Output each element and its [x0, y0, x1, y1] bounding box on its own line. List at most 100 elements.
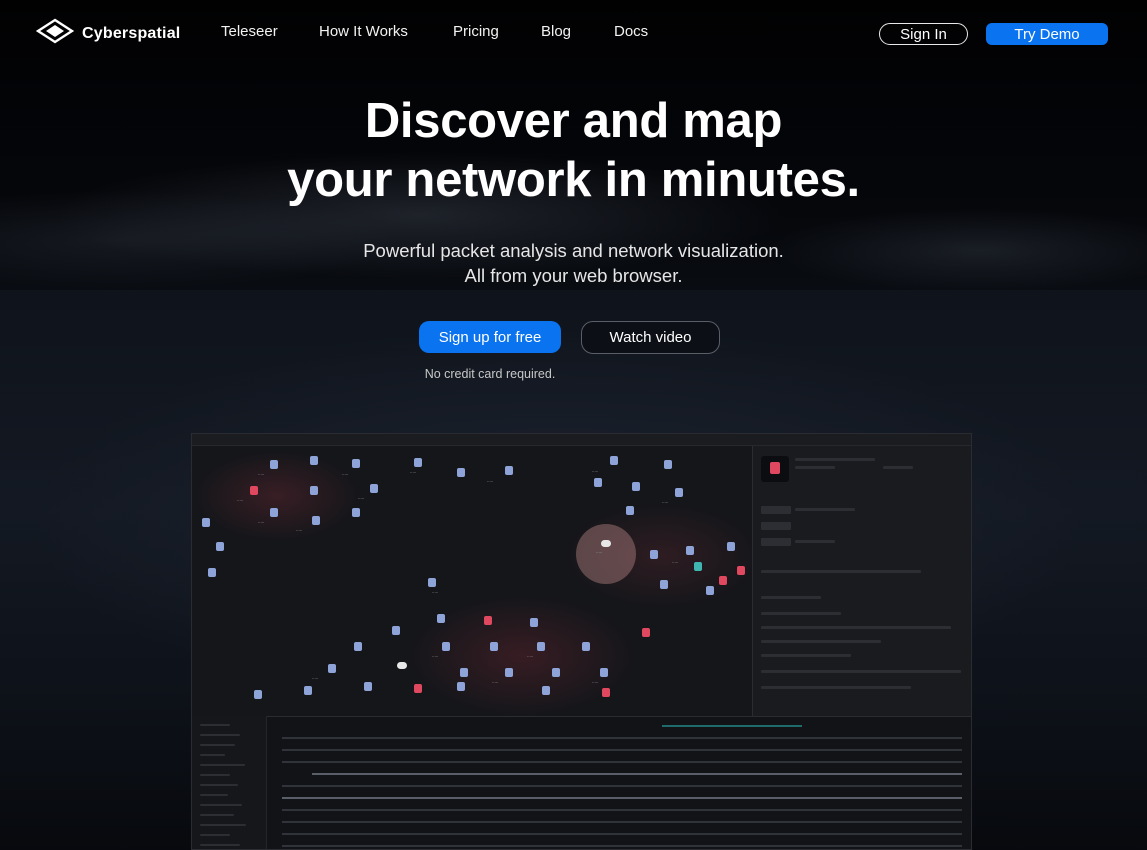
sign-in-button[interactable]: Sign In — [879, 23, 968, 45]
table-line — [282, 845, 962, 847]
brand-logo[interactable]: Cyberspatial — [35, 18, 181, 49]
nav-link-pricing[interactable]: Pricing — [453, 23, 499, 40]
table-line — [282, 785, 962, 787]
tree-item — [200, 744, 235, 746]
table-line — [662, 725, 802, 727]
graph-node — [312, 516, 320, 525]
graph-node-label: ····· — [312, 676, 319, 681]
hero-headline-line2: your network in minutes. — [287, 153, 860, 207]
tree-item — [200, 784, 238, 786]
graph-node-label: ····· — [527, 654, 534, 659]
graph-node — [202, 518, 210, 527]
brand-name: Cyberspatial — [82, 24, 181, 42]
table-line — [282, 821, 962, 823]
panel-chip — [761, 506, 791, 514]
graph-node — [437, 614, 445, 623]
graph-node — [632, 482, 640, 491]
graph-node — [600, 668, 608, 677]
graph-node — [270, 460, 278, 469]
file-tree — [192, 716, 267, 849]
graph-node-label: ····· — [492, 680, 499, 685]
graph-node-label: ····· — [358, 496, 365, 501]
graph-node-label: ····· — [487, 479, 494, 484]
graph-node — [706, 586, 714, 595]
try-demo-button[interactable]: Try Demo — [986, 23, 1108, 45]
hero-subtitle: Powerful packet analysis and network vis… — [0, 238, 1147, 288]
panel-line — [795, 540, 835, 543]
graph-node — [250, 486, 258, 495]
tree-item — [200, 814, 234, 816]
graph-node — [660, 580, 668, 589]
graph-node — [505, 668, 513, 677]
nav-link-how-it-works[interactable]: How It Works — [319, 23, 408, 40]
graph-node — [304, 686, 312, 695]
graph-node — [582, 642, 590, 651]
graph-node — [642, 628, 650, 637]
graph-node — [428, 578, 436, 587]
selected-node-highlight — [576, 524, 636, 584]
nav-link-blog[interactable]: Blog — [541, 23, 571, 40]
graph-node — [354, 642, 362, 651]
graph-node-label: ····· — [410, 470, 417, 475]
tree-item — [200, 794, 228, 796]
graph-node — [457, 682, 465, 691]
graph-node — [216, 542, 224, 551]
graph-node — [310, 486, 318, 495]
graph-node — [310, 456, 318, 465]
panel-line — [761, 640, 881, 643]
table-line — [282, 833, 962, 835]
tree-item — [200, 824, 246, 826]
tree-item — [200, 804, 242, 806]
details-panel — [752, 446, 971, 716]
app-titlebar — [192, 434, 971, 446]
panel-line — [795, 466, 835, 469]
nav-link-docs[interactable]: Docs — [614, 23, 648, 40]
graph-node — [542, 686, 550, 695]
graph-node — [392, 626, 400, 635]
table-line — [282, 749, 962, 751]
graph-node — [484, 616, 492, 625]
table-line — [282, 761, 962, 763]
panel-line — [761, 626, 951, 629]
graph-node — [505, 466, 513, 475]
graph-node-label: ····· — [296, 528, 303, 533]
tree-item — [200, 774, 230, 776]
graph-node — [397, 662, 407, 669]
device-icon — [770, 462, 780, 474]
graph-node — [719, 576, 727, 585]
hero-headline-line1: Discover and map — [364, 94, 783, 148]
nav-link-teleseer[interactable]: Teleseer — [221, 23, 278, 40]
graph-node-label: ····· — [432, 654, 439, 659]
tree-item — [200, 844, 240, 846]
graph-node — [675, 488, 683, 497]
panel-line — [761, 570, 921, 573]
panel-line — [795, 508, 855, 511]
graph-node — [727, 542, 735, 551]
graph-node-label: ····· — [592, 680, 599, 685]
tree-item — [200, 764, 245, 766]
graph-node — [594, 478, 602, 487]
graph-node-label: ····· — [258, 520, 265, 525]
panel-line — [883, 466, 913, 469]
watch-video-button[interactable]: Watch video — [581, 321, 720, 354]
graph-node — [442, 642, 450, 651]
graph-node — [270, 508, 278, 517]
graph-node — [352, 508, 360, 517]
graph-node — [254, 690, 262, 699]
no-credit-card-note: No credit card required. — [424, 367, 556, 381]
graph-node — [490, 642, 498, 651]
cyberspatial-logo-icon — [35, 18, 75, 49]
panel-chip — [761, 538, 791, 546]
graph-node — [414, 458, 422, 467]
panel-line — [761, 670, 961, 673]
graph-node — [370, 484, 378, 493]
panel-line — [761, 654, 851, 657]
graph-node — [364, 682, 372, 691]
hero-headline: Discover and map your network in minutes… — [0, 92, 1147, 210]
product-screenshot: ····· ····· ····· ····· ····· ····· ····… — [191, 433, 972, 850]
sign-up-free-button[interactable]: Sign up for free — [419, 321, 561, 353]
hero-subtitle-line2: All from your web browser. — [464, 265, 683, 286]
graph-node-label: ····· — [672, 560, 679, 565]
graph-node — [610, 456, 618, 465]
tree-item — [200, 834, 230, 836]
